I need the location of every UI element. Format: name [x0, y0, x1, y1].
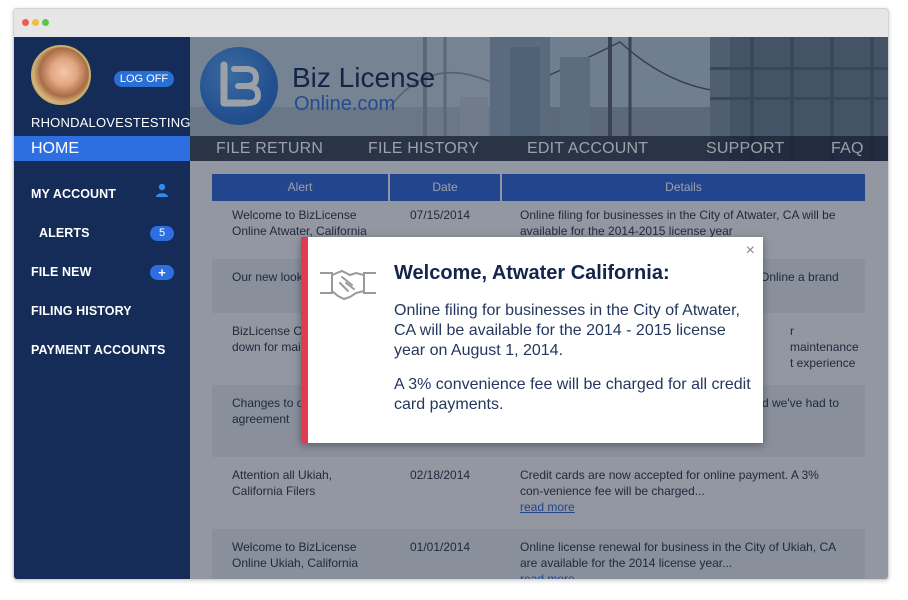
sidebar: LOG OFF RHONDALOVESTESTING HOME MY ACCOU…	[14, 37, 191, 579]
close-icon[interactable]: ×	[746, 242, 755, 260]
browser-titlebar	[14, 9, 888, 37]
sidebar-item-alerts[interactable]: ALERTS	[39, 226, 90, 240]
sidebar-item-file-new[interactable]: FILE NEW	[31, 265, 92, 279]
sidebar-item-filing-history[interactable]: FILING HISTORY	[31, 304, 132, 318]
sidebar-item-home[interactable]: HOME	[14, 136, 190, 161]
username-label: RHONDALOVESTESTING	[31, 115, 191, 130]
sidebar-item-payment-accounts[interactable]: PAYMENT ACCOUNTS	[31, 343, 165, 357]
page-viewport: LOG OFF RHONDALOVESTESTING HOME MY ACCOU…	[14, 37, 888, 579]
plus-icon[interactable]: +	[150, 265, 174, 280]
modal-title: Welcome, Atwater California:	[394, 262, 670, 284]
minimize-window-dot[interactable]	[32, 19, 39, 26]
avatar[interactable]	[31, 45, 91, 105]
user-icon	[156, 183, 168, 197]
modal-message: Online filing for businesses in the City…	[394, 302, 740, 359]
close-window-dot[interactable]	[22, 19, 29, 26]
sidebar-item-my-account[interactable]: MY ACCOUNT	[31, 187, 116, 201]
modal-fee-notice: A 3% convenience fee will be charged for…	[394, 376, 751, 413]
log-off-button[interactable]: LOG OFF	[114, 71, 174, 87]
handshake-icon	[320, 269, 376, 301]
maximize-window-dot[interactable]	[42, 19, 49, 26]
alerts-count-badge: 5	[150, 226, 174, 241]
welcome-modal: × Welcome, Atwater California: Online fi…	[301, 237, 763, 443]
browser-window: LOG OFF RHONDALOVESTESTING HOME MY ACCOU…	[13, 8, 889, 580]
